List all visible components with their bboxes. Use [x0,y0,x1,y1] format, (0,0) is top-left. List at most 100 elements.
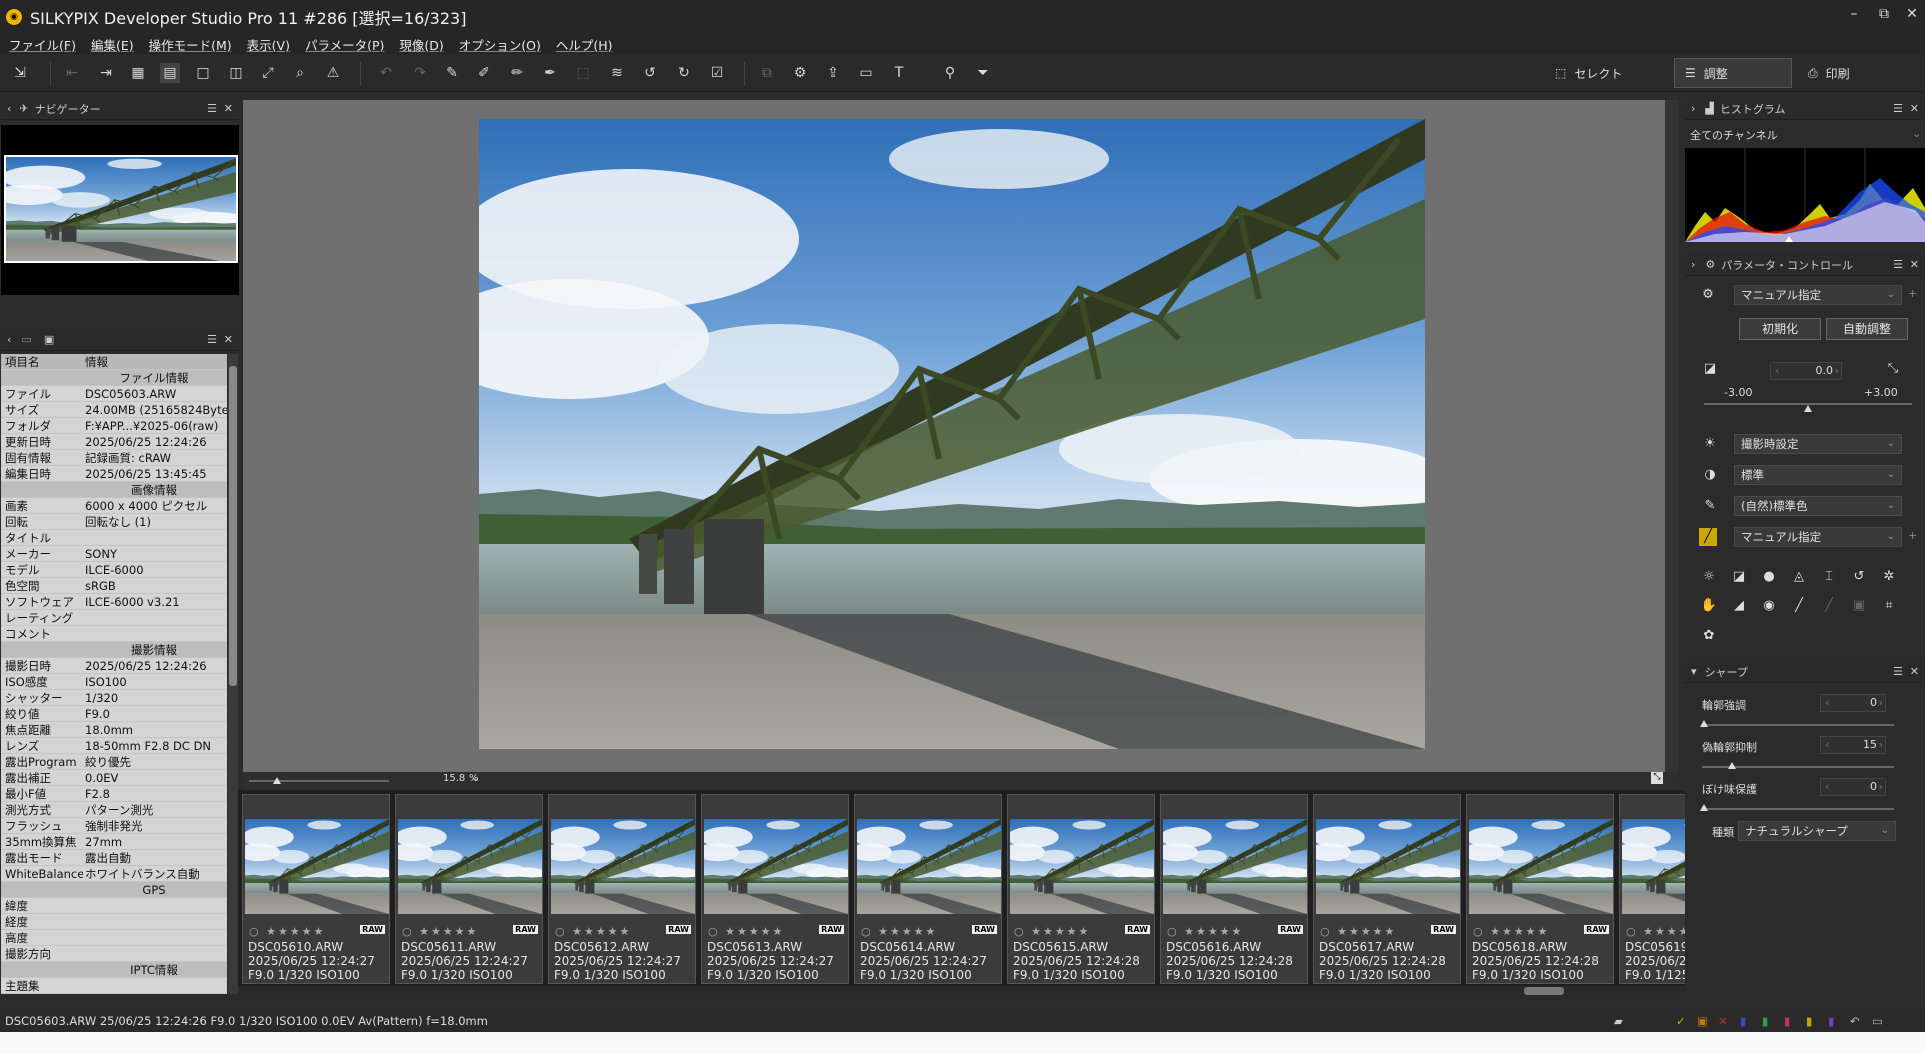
film-thumbnail[interactable]: ○ ★★★★★ RAW DSC05613.ARW 2025/06/25 12:24:2… [701,794,849,984]
filmstrip-scrollbar[interactable] [238,986,1685,996]
filter-icon[interactable]: ⏷ [973,63,993,83]
delete-icon[interactable]: ✕ [1718,1014,1728,1028]
label-green-icon[interactable]: ▮ [1762,1014,1768,1028]
plus-icon[interactable]: + [1908,287,1917,300]
check-icon[interactable]: ☑ [707,63,727,83]
film-thumbnail[interactable]: ○ ★★★★★ RAW DSC05611.ARW 2025/06/25 12:24:2… [395,794,543,984]
eraser-icon[interactable]: ╱ [1820,597,1838,615]
pin-icon[interactable]: ✈ [19,102,28,115]
lens-icon[interactable]: ⌶ [1820,568,1838,586]
mode-select-button[interactable]: ⬚ セレクト [1545,58,1632,88]
next-icon[interactable]: ⇥ [96,63,116,83]
edge-slider-track[interactable] [1702,724,1894,726]
sparkle-icon[interactable]: ✲ [1880,568,1898,586]
paste-param-icon[interactable]: ✐ [474,63,494,83]
panel-menu-icon[interactable]: ☰ [207,102,217,115]
blur-protect-slider-track[interactable] [1702,808,1894,810]
redo-icon[interactable]: ↷ [410,63,430,83]
film-thumbnail[interactable]: ○ ★★★★★RAWDSC056192025/06/2F9.0 1/125 [1619,794,1685,984]
wedge-icon[interactable]: ◢ [1730,597,1748,615]
panel-close-icon[interactable]: ✕ [224,102,233,115]
filmstrip-view-icon[interactable]: ▤ [160,63,180,83]
edge-slider-knob[interactable] [1700,720,1708,727]
restore-icon[interactable]: ⧉ [1874,6,1894,22]
menu-develop[interactable]: 現像(D) [399,35,443,54]
card-icon[interactable]: ▰ [1614,1014,1623,1028]
viewer-scrollbar-vertical[interactable] [1665,100,1679,772]
tone-curve-icon[interactable]: ╱ [1699,528,1717,546]
thumbnail-view-icon[interactable]: ▦ [128,63,148,83]
undo-icon[interactable]: ↶ [376,63,396,83]
panel-close-icon[interactable]: ✕ [224,333,233,346]
fit-icon[interactable]: ⤡ [1651,772,1663,784]
spin-left-icon[interactable]: ‹ [1825,737,1829,753]
trash-icon[interactable]: ▭ [1872,1014,1883,1028]
select-tool-icon[interactable]: ⬚ [573,63,593,83]
film-thumbnail[interactable]: ○ ★★★★★ RAW DSC05617.ARW 2025/06/25 12:24:2… [1313,794,1461,984]
rating-stars[interactable]: ○ ★★★★★ [402,925,478,938]
panel-close-icon[interactable]: ✕ [1910,102,1919,115]
panel-menu-icon[interactable]: ☰ [1893,102,1903,115]
tone-icon[interactable]: ◑ [1701,466,1719,484]
spiral-icon[interactable]: ↺ [1850,568,1868,586]
crop-icon[interactable]: ⌗ [1880,597,1898,615]
label-blue-icon[interactable]: ▮ [1740,1014,1746,1028]
main-viewer[interactable] [243,100,1665,772]
sharp-type-select[interactable]: ナチュラルシャープ ⌄ [1738,821,1896,841]
spin-right-icon[interactable]: › [1835,363,1839,379]
sphere-icon[interactable]: ● [1760,568,1778,586]
tone-curve-select[interactable]: マニュアル指定 ⌄ [1734,527,1902,547]
tone-select[interactable]: 標準 ⌄ [1734,465,1902,485]
edge-spin[interactable]: ‹ 0 › [1820,694,1886,712]
blur-protect-slider-knob[interactable] [1700,804,1708,811]
spin-right-icon[interactable]: › [1879,695,1883,711]
chevron-down-icon[interactable]: ⌄ [1912,127,1921,140]
collapse-icon[interactable]: ‹ [7,333,11,346]
zoom-slider-track[interactable] [249,780,389,782]
spin-right-icon[interactable]: › [1879,737,1883,753]
label-red-icon[interactable]: ▮ [1784,1014,1790,1028]
rating-stars[interactable]: ○ ★★★★★ [708,925,784,938]
label-yellow-icon[interactable]: ▮ [1806,1014,1812,1028]
rating-stars[interactable]: ○ ★★★★★ [1626,925,1685,938]
search-person-icon[interactable]: ⚲ [940,63,960,83]
blur-protect-spin[interactable]: ‹ 0 › [1820,778,1886,796]
spin-left-icon[interactable]: ‹ [1825,695,1829,711]
rating-stars[interactable]: ○ ★★★★★ [249,925,325,938]
false-contour-spin[interactable]: ‹ 15 › [1820,736,1886,754]
auto-adjust-button[interactable]: 自動調整 [1826,318,1908,340]
panel-close-icon[interactable]: ✕ [1910,665,1919,678]
rating-stars[interactable]: ○ ★★★★★ [1014,925,1090,938]
stamp-icon[interactable]: ▣ [1850,597,1868,615]
color-select[interactable]: (自然)標準色 ⌄ [1734,496,1902,516]
histogram-channel-select[interactable]: 全てのチャンネル [1690,127,1778,143]
panel-menu-icon[interactable]: ☰ [1893,665,1903,678]
film-thumbnail[interactable]: ○ ★★★★★ RAW DSC05616.ARW 2025/06/25 12:24:2… [1160,794,1308,984]
brush-icon[interactable]: ╱ [1790,597,1808,615]
export-icon[interactable]: ⇲ [10,63,30,83]
plugin-icon[interactable]: ✿ [1700,627,1718,645]
info-scroll-thumb[interactable] [229,366,237,686]
spin-left-icon[interactable]: ‹ [1825,779,1829,795]
panel-menu-icon[interactable]: ☰ [1893,258,1903,271]
single-view-icon[interactable]: □ [193,63,213,83]
batch-icon[interactable]: ⧉ [757,63,777,83]
exposure-slider-knob[interactable] [1804,405,1812,412]
false-contour-slider-knob[interactable] [1728,762,1736,769]
film-thumbnail[interactable]: ○ ★★★★★ RAW DSC05618.ARW 2025/06/25 12:24:2… [1466,794,1614,984]
rating-stars[interactable]: ○ ★★★★★ [861,925,937,938]
zoom-slider-knob[interactable] [273,777,281,784]
copy-icon[interactable]: ▣ [1697,1014,1708,1028]
menu-file[interactable]: ファイル(F) [9,35,76,54]
rating-stars[interactable]: ○ ★★★★★ [1320,925,1396,938]
undo-icon[interactable]: ↶ [1850,1014,1860,1028]
rating-stars[interactable]: ○ ★★★★★ [555,925,631,938]
expand-icon[interactable]: › [1691,102,1695,115]
minimize-icon[interactable]: – [1844,6,1864,22]
fullscreen-icon[interactable]: ⤢ [258,63,278,83]
folder-icon[interactable]: ▭ [21,333,31,346]
brush2-icon[interactable]: ✒ [540,63,560,83]
menu-param[interactable]: パラメータ(P) [305,35,384,54]
label-purple-icon[interactable]: ▮ [1828,1014,1834,1028]
rating-stars[interactable]: ○ ★★★★★ [1473,925,1549,938]
